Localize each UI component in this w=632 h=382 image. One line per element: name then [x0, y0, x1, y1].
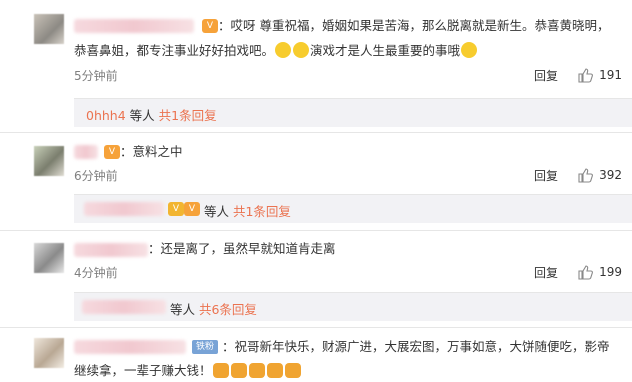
like-count: 191 — [599, 68, 622, 82]
emoji-icon — [461, 42, 478, 58]
divider — [0, 132, 632, 133]
sub-reply-user[interactable]: 0hhh4 — [86, 108, 126, 123]
username[interactable] — [74, 145, 98, 159]
avatar[interactable] — [34, 14, 64, 44]
like-button[interactable]: 191 — [564, 66, 622, 84]
tiger-emoji-icon — [284, 363, 301, 378]
comment-text-part: 恭喜鼻姐，都专注事业好好拍戏吧。 — [74, 43, 275, 58]
comment-text: ：还是离了，虽然早就知道肯走离 — [148, 241, 336, 256]
sub-reply-bar: V V 等人 共1条回复 — [74, 194, 632, 223]
comment-time: 4分钟前 — [74, 266, 118, 280]
emoji-icon — [293, 42, 310, 58]
reply-button[interactable]: 回复 — [534, 67, 558, 84]
like-count: 199 — [599, 265, 622, 279]
like-count: 392 — [599, 168, 622, 182]
thumbs-up-icon — [578, 168, 594, 183]
avatar[interactable] — [34, 338, 64, 368]
comment-text: ：哎呀 尊重祝福，婚姻如果是苦海，那么脱离就是新生。恭喜黄晓明， — [218, 18, 610, 33]
sub-reply-middle: 等人 — [204, 204, 233, 219]
comment-time: 5分钟前 — [74, 69, 118, 83]
comment-text-part: 继续拿，一辈子赚大钱！ — [74, 363, 212, 378]
username[interactable] — [74, 340, 186, 354]
fan-tag: 铁粉 — [192, 340, 219, 354]
sub-reply-bar: 等人 共6条回复 — [74, 292, 632, 321]
vip-badge-icon: V — [104, 145, 120, 159]
comment-text: ：意料之中 — [120, 144, 183, 159]
like-button[interactable]: 199 — [564, 263, 622, 281]
vip-badge-icon: V — [168, 202, 184, 216]
comment-text-part: 演戏才是人生最重要的事哦 — [310, 43, 461, 58]
comment-time: 6分钟前 — [74, 169, 118, 183]
avatar[interactable] — [34, 243, 64, 273]
comment-text: ：祝哥新年快乐，财源广进，大展宏图，万事如意，大饼随便吃，影帝 — [222, 339, 610, 354]
tiger-emoji-icon — [212, 363, 229, 378]
avatar[interactable] — [34, 146, 64, 176]
vip-badge-icon: V — [202, 19, 218, 33]
sub-reply-bar: 0hhh4 等人 共1条回复 — [74, 98, 632, 127]
emoji-icon — [275, 42, 292, 58]
sub-reply-summary: 等人 共6条回复 — [170, 299, 257, 318]
thumbs-up-icon — [578, 68, 594, 83]
sub-reply-user[interactable] — [82, 300, 166, 314]
sub-reply-middle: 等人 — [125, 108, 159, 123]
divider — [0, 327, 632, 328]
tiger-emoji-icon — [248, 363, 265, 378]
thumbs-up-icon — [578, 265, 594, 280]
reply-button[interactable]: 回复 — [534, 264, 558, 281]
reply-button[interactable]: 回复 — [534, 167, 558, 184]
sub-reply-middle: 等人 — [170, 302, 199, 317]
sub-reply-user[interactable] — [84, 202, 164, 216]
like-button[interactable]: 392 — [564, 166, 622, 184]
username[interactable] — [74, 19, 194, 33]
username[interactable] — [74, 243, 148, 257]
comment-text-line2: 继续拿，一辈子赚大钱！ — [74, 360, 302, 382]
tiger-emoji-icon — [266, 363, 283, 378]
tiger-emoji-icon — [230, 363, 247, 378]
sub-reply-link[interactable]: 共1条回复 — [159, 108, 217, 123]
vip-badge-icon: V — [184, 202, 200, 216]
sub-reply-summary: 0hhh4 等人 共1条回复 — [86, 105, 217, 124]
sub-reply-link[interactable]: 共1条回复 — [233, 204, 291, 219]
sub-reply-link[interactable]: 共6条回复 — [199, 302, 257, 317]
comment-text-line2: 恭喜鼻姐，都专注事业好好拍戏吧。 演戏才是人生最重要的事哦 — [74, 40, 478, 62]
divider — [0, 230, 632, 231]
sub-reply-summary: 等人 共1条回复 — [204, 201, 291, 220]
